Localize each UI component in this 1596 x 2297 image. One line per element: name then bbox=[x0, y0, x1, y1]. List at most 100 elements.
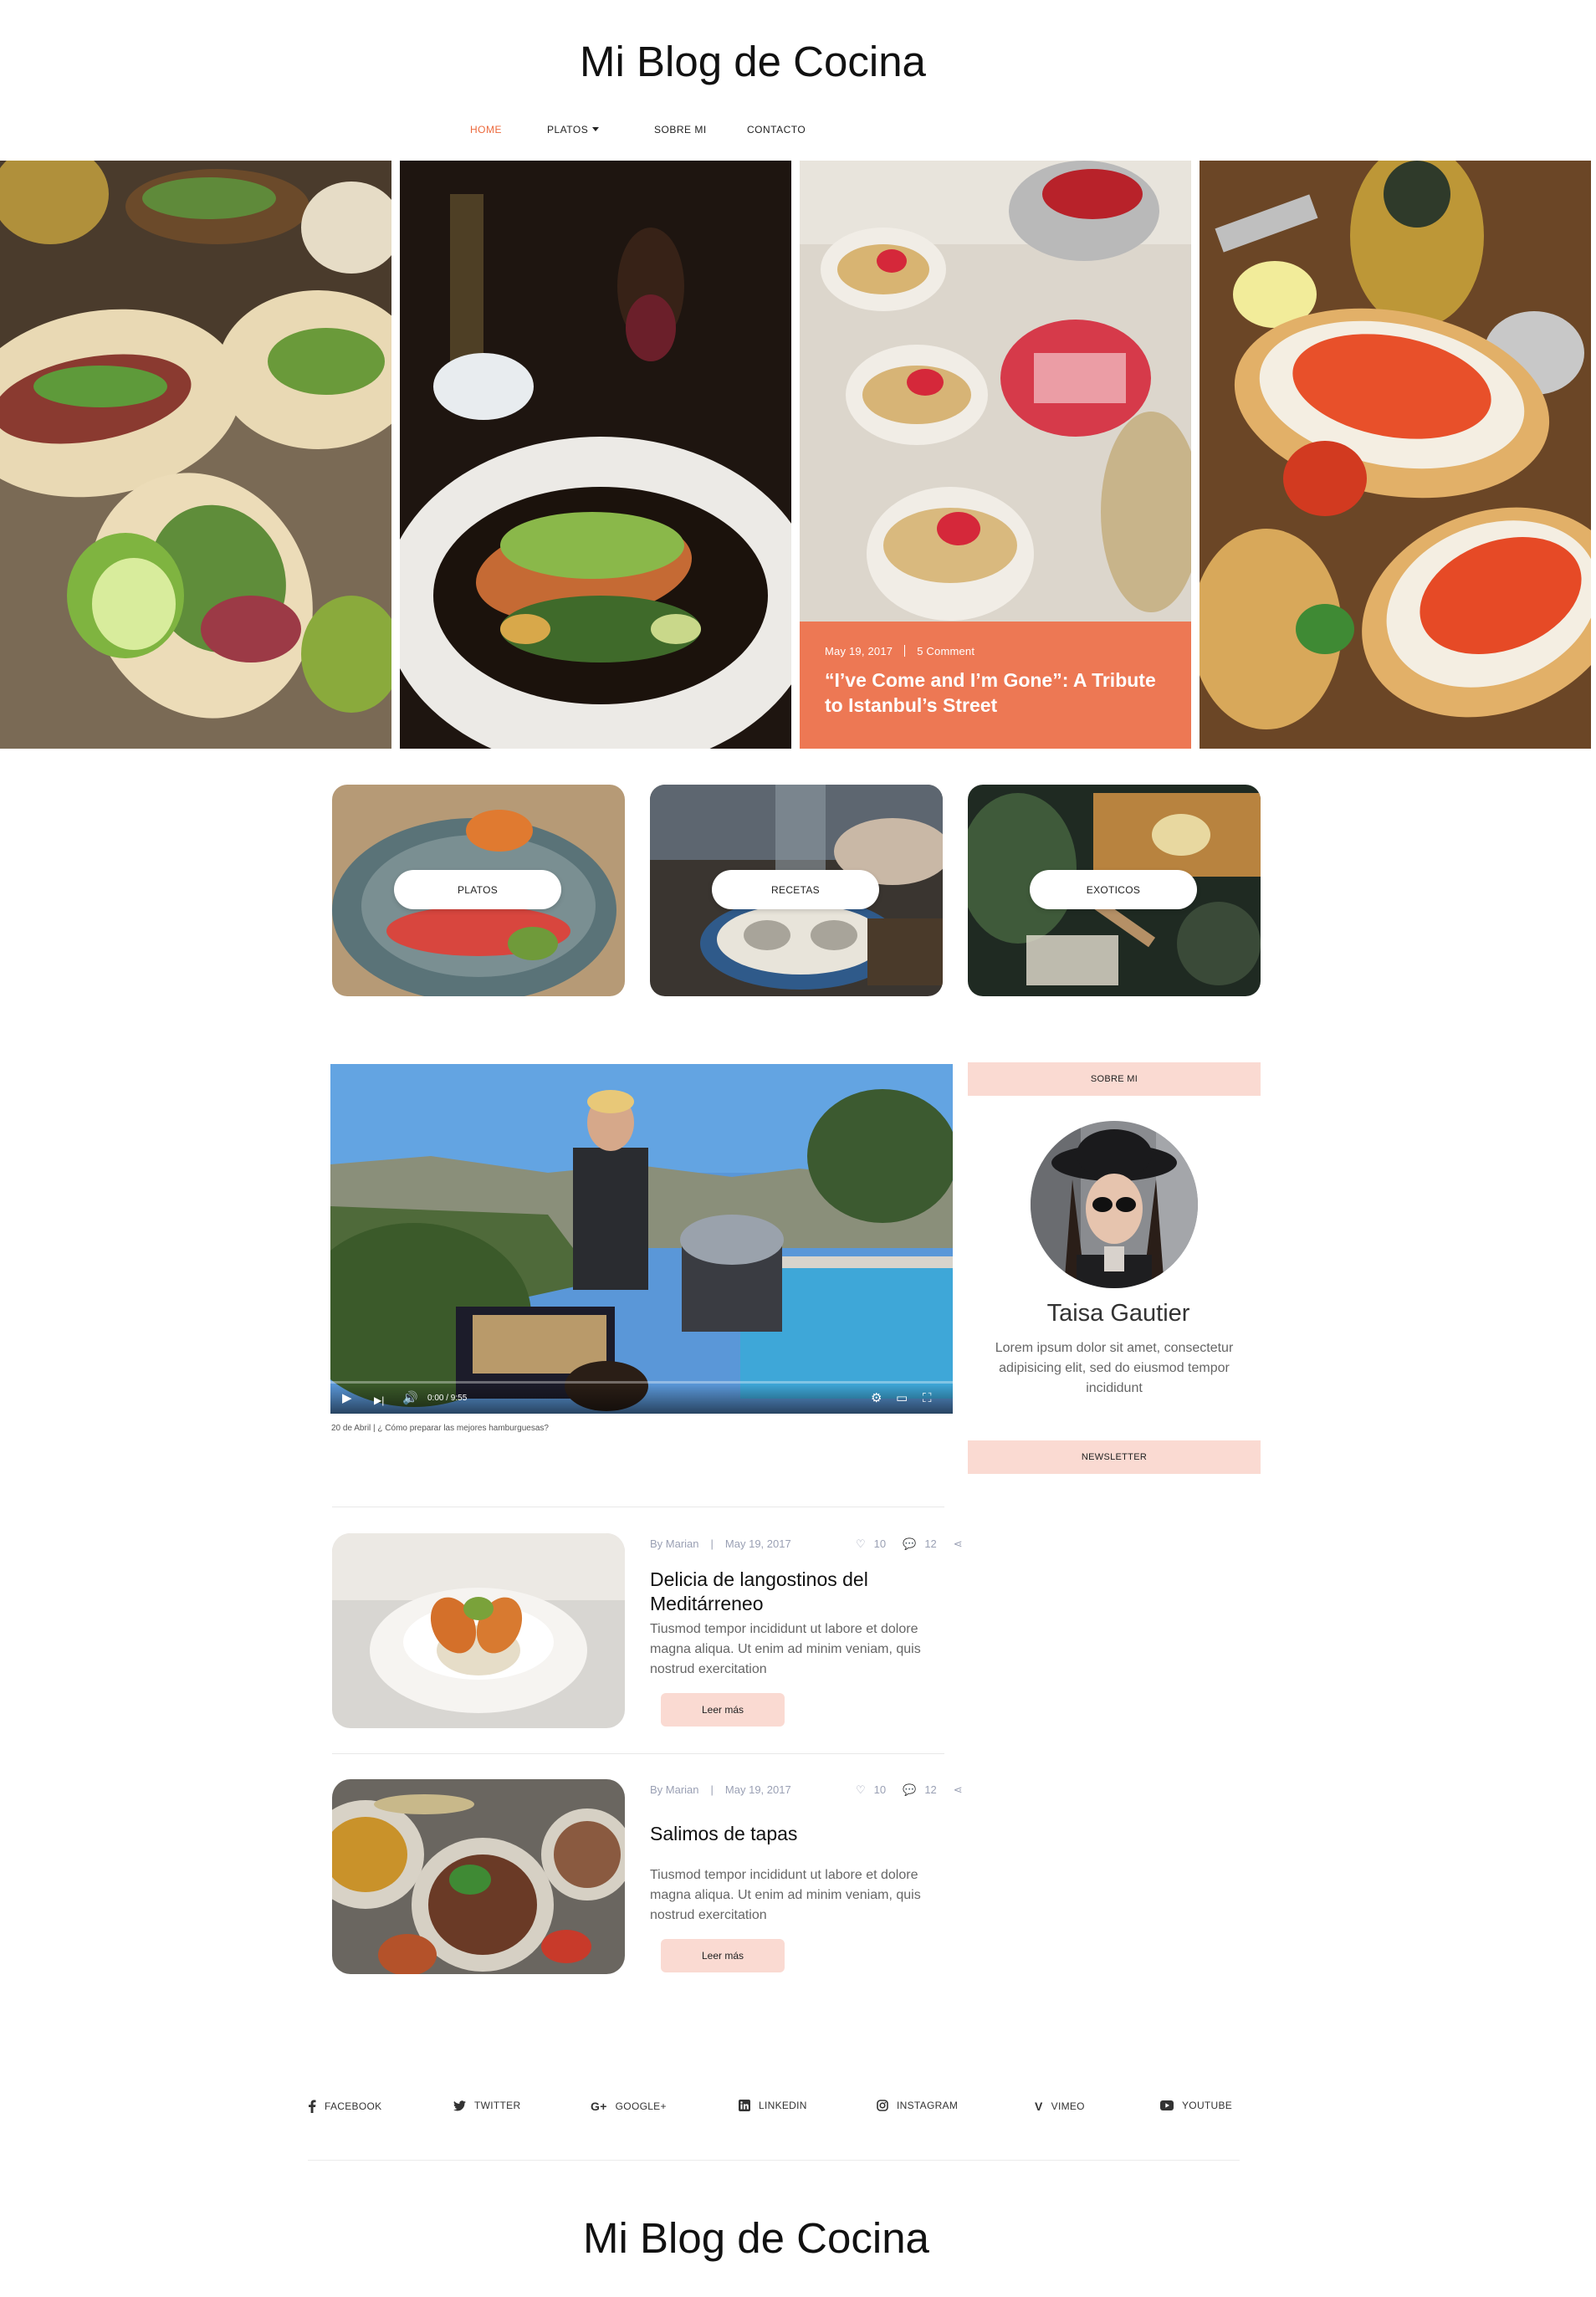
footer-divider bbox=[308, 2160, 1240, 2161]
social-label: FACEBOOK bbox=[325, 2100, 382, 2112]
post-date: May 19, 2017 bbox=[724, 1537, 791, 1550]
social-label: INSTAGRAM bbox=[897, 2100, 959, 2111]
comment-icon: 💬 bbox=[903, 1783, 917, 1796]
post-stats: ♡ 10 💬 12 ⋖ bbox=[856, 1783, 971, 1797]
youtube-icon bbox=[1160, 2100, 1174, 2110]
hero-featured-post[interactable]: May 19, 2017 5 Comment “I’ve Come and I’m… bbox=[800, 161, 1191, 749]
read-more-button[interactable]: Leer más bbox=[661, 1693, 785, 1727]
video-controls: ▶ ▶| 🔊 0:00 / 9:55 ⚙ ▭ ⛶ bbox=[330, 1384, 953, 1414]
social-label: LINKEDIN bbox=[759, 2100, 807, 2111]
likes-count[interactable]: ♡ 10 bbox=[856, 1783, 894, 1796]
category-button-platos[interactable]: PLATOS bbox=[394, 870, 561, 909]
twitter-icon bbox=[453, 2100, 466, 2110]
social-facebook[interactable]: FACEBOOK bbox=[308, 2100, 381, 2113]
featured-post-overlay: May 19, 2017 5 Comment “I’ve Come and I’m… bbox=[800, 622, 1191, 749]
post-date: May 19, 2017 bbox=[724, 1783, 791, 1796]
post-title[interactable]: Delicia de langostinos del Meditárreneo bbox=[650, 1568, 934, 1616]
tacos-photo bbox=[0, 161, 391, 749]
main-nav: HOME PLATOS SOBRE MI CONTACTO bbox=[0, 124, 1596, 141]
heart-icon: ♡ bbox=[856, 1537, 866, 1550]
heart-icon: ♡ bbox=[856, 1783, 866, 1796]
comments-value: 12 bbox=[924, 1537, 937, 1550]
instagram-icon bbox=[877, 2100, 888, 2111]
post-image-langostinos[interactable] bbox=[332, 1533, 625, 1728]
sidebar-newsletter-heading: NEWSLETTER bbox=[968, 1440, 1261, 1474]
post-author[interactable]: By Marian bbox=[650, 1537, 699, 1550]
author-name: Taisa Gautier bbox=[1046, 1300, 1190, 1327]
social-label: GOOGLE+ bbox=[615, 2100, 667, 2112]
read-more-button[interactable]: Leer más bbox=[661, 1939, 785, 1972]
meta-separator: | bbox=[710, 1537, 714, 1550]
site-title[interactable]: Mi Blog de Cocina bbox=[0, 37, 1506, 86]
video-time: 0:00 / 9:55 bbox=[427, 1394, 468, 1403]
likes-count[interactable]: ♡ 10 bbox=[856, 1537, 894, 1550]
play-icon[interactable]: ▶ bbox=[342, 1392, 352, 1405]
video-player[interactable]: ▶ ▶| 🔊 0:00 / 9:55 ⚙ ▭ ⛶ bbox=[330, 1064, 953, 1414]
langostinos-photo bbox=[332, 1533, 625, 1728]
vimeo-icon: V bbox=[1035, 2100, 1043, 2113]
category-button-recetas[interactable]: RECETAS bbox=[712, 870, 879, 909]
social-youtube[interactable]: YOUTUBE bbox=[1160, 2100, 1232, 2111]
nav-platos[interactable]: PLATOS bbox=[547, 124, 600, 136]
post-divider bbox=[332, 1753, 944, 1754]
comment-icon: 💬 bbox=[903, 1537, 917, 1550]
post-author[interactable]: By Marian bbox=[650, 1783, 699, 1796]
video-caption: 20 de Abril | ¿ Cómo preparar las mejore… bbox=[331, 1424, 549, 1433]
meta-separator: | bbox=[710, 1783, 714, 1796]
footer-site-title[interactable]: Mi Blog de Cocina bbox=[0, 2213, 1512, 2263]
social-linkedin[interactable]: LINKEDIN bbox=[739, 2100, 807, 2111]
post-excerpt: Tiusmod tempor incididunt ut labore et d… bbox=[650, 1622, 921, 1676]
volume-icon[interactable]: 🔊 bbox=[402, 1392, 418, 1405]
post-meta: By Marian | May 19, 2017 bbox=[650, 1537, 791, 1550]
category-card-exoticos[interactable]: EXOTICOS bbox=[968, 785, 1261, 996]
social-instagram[interactable]: INSTAGRAM bbox=[877, 2100, 958, 2111]
google-plus-icon: G+ bbox=[591, 2100, 607, 2113]
share-icon[interactable]: ⋖ bbox=[954, 1537, 963, 1550]
settings-gear-icon[interactable]: ⚙ bbox=[871, 1392, 882, 1405]
sidebar-about-heading: SOBRE MI bbox=[968, 1062, 1261, 1096]
social-label: TWITTER bbox=[474, 2100, 521, 2111]
nav-home[interactable]: HOME bbox=[470, 124, 502, 136]
comments-count[interactable]: 💬 12 bbox=[903, 1537, 945, 1550]
nav-platos-label: PLATOS bbox=[547, 124, 589, 136]
salmon-photo bbox=[400, 161, 791, 749]
hero-image-tacos[interactable] bbox=[0, 161, 391, 749]
hero-image-salmon[interactable] bbox=[400, 161, 791, 749]
comments-value: 12 bbox=[924, 1783, 937, 1796]
category-card-recetas[interactable]: RECETAS bbox=[650, 785, 943, 996]
social-vimeo[interactable]: V VIMEO bbox=[1035, 2100, 1085, 2113]
post-image-tapas[interactable] bbox=[332, 1779, 625, 1974]
comments-count[interactable]: 💬 12 bbox=[903, 1783, 945, 1796]
social-twitter[interactable]: TWITTER bbox=[453, 2100, 520, 2111]
social-google-plus[interactable]: G+ GOOGLE+ bbox=[591, 2100, 667, 2113]
author-avatar bbox=[1031, 1121, 1198, 1288]
post-title[interactable]: Salimos de tapas bbox=[650, 1822, 934, 1846]
bruschetta-photo bbox=[1200, 161, 1591, 749]
category-card-platos[interactable]: PLATOS bbox=[332, 785, 625, 996]
hero-image-bruschetta[interactable] bbox=[1200, 161, 1591, 749]
nav-contacto[interactable]: CONTACTO bbox=[747, 124, 806, 136]
caret-down-icon bbox=[592, 127, 600, 131]
social-label: VIMEO bbox=[1051, 2100, 1085, 2112]
post-excerpt: Tiusmod tempor incididunt ut labore et d… bbox=[650, 1868, 921, 1922]
featured-post-title[interactable]: “I’ve Come and I’m Gone”: A Tribute to I… bbox=[825, 668, 1166, 718]
post-meta: By Marian | May 19, 2017 bbox=[650, 1783, 791, 1796]
tapas-photo bbox=[332, 1779, 625, 1974]
next-icon[interactable]: ▶| bbox=[374, 1394, 384, 1407]
featured-post-meta: May 19, 2017 5 Comment bbox=[825, 645, 1166, 657]
linkedin-icon bbox=[739, 2100, 750, 2111]
featured-post-comments[interactable]: 5 Comment bbox=[917, 645, 974, 657]
featured-post-date: May 19, 2017 bbox=[825, 645, 893, 657]
meta-separator bbox=[904, 645, 906, 657]
likes-value: 10 bbox=[873, 1783, 887, 1796]
theater-mode-icon[interactable]: ▭ bbox=[896, 1392, 908, 1405]
category-button-exoticos[interactable]: EXOTICOS bbox=[1030, 870, 1197, 909]
social-label: YOUTUBE bbox=[1182, 2100, 1233, 2111]
share-icon[interactable]: ⋖ bbox=[954, 1783, 963, 1796]
author-photo bbox=[1031, 1121, 1198, 1288]
nav-sobre-mi[interactable]: SOBRE MI bbox=[654, 124, 707, 136]
fullscreen-icon[interactable]: ⛶ bbox=[923, 1392, 932, 1405]
likes-value: 10 bbox=[873, 1537, 887, 1550]
post-stats: ♡ 10 💬 12 ⋖ bbox=[856, 1537, 971, 1551]
facebook-icon bbox=[309, 2100, 316, 2113]
